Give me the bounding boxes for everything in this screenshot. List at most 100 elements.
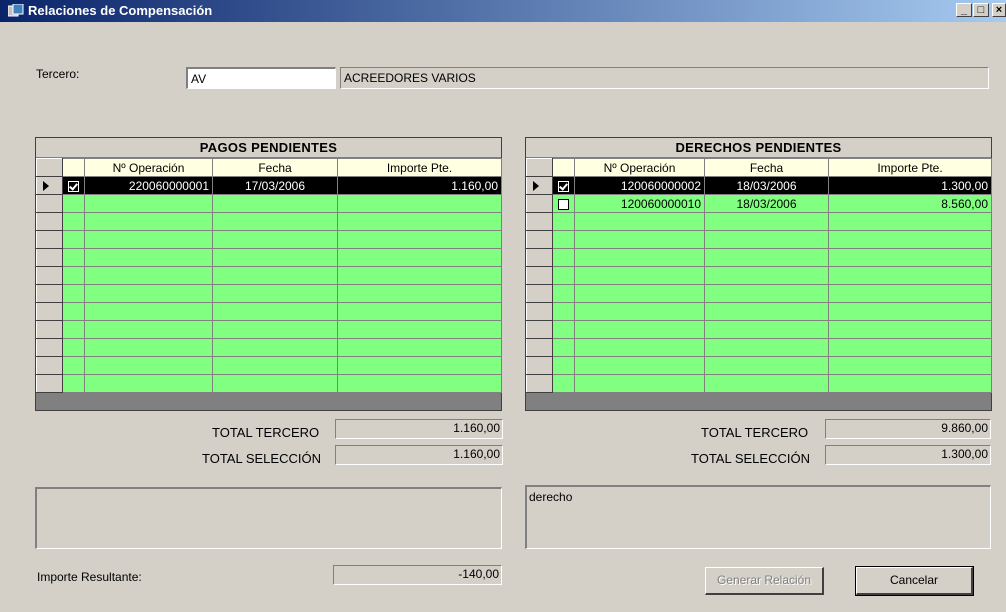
select-cell[interactable] bbox=[552, 248, 575, 267]
cell-fecha[interactable] bbox=[212, 248, 338, 267]
select-cell[interactable] bbox=[62, 248, 85, 267]
pagos-table[interactable]: Nº Operación Fecha Importe Pte. 22006000… bbox=[36, 158, 502, 393]
cell-operacion[interactable] bbox=[84, 320, 213, 339]
column-header-fecha[interactable]: Fecha bbox=[704, 158, 829, 177]
table-row[interactable]: 120060000002 18/03/2006 1.300,00 bbox=[526, 176, 992, 195]
cell-fecha[interactable] bbox=[212, 284, 338, 303]
select-cell[interactable] bbox=[552, 230, 575, 249]
cell-operacion[interactable]: 120060000002 bbox=[574, 176, 705, 195]
cell-importe[interactable] bbox=[828, 248, 992, 267]
row-indicator[interactable] bbox=[526, 230, 553, 249]
row-checkbox[interactable] bbox=[558, 180, 569, 192]
cell-fecha[interactable] bbox=[212, 266, 338, 285]
select-cell[interactable] bbox=[62, 194, 85, 213]
select-cell[interactable] bbox=[552, 374, 575, 393]
cell-operacion[interactable] bbox=[84, 212, 213, 231]
row-checkbox[interactable] bbox=[558, 198, 569, 210]
select-cell[interactable] bbox=[552, 320, 575, 339]
cell-importe[interactable] bbox=[337, 230, 502, 249]
table-row[interactable] bbox=[526, 248, 992, 267]
row-indicator[interactable] bbox=[526, 302, 553, 321]
select-cell[interactable] bbox=[62, 266, 85, 285]
cell-fecha[interactable] bbox=[704, 230, 829, 249]
pagos-grid[interactable]: PAGOS PENDIENTES Nº Operación Fecha Impo… bbox=[35, 137, 502, 411]
cell-fecha[interactable] bbox=[212, 302, 338, 321]
cell-importe[interactable] bbox=[828, 356, 992, 375]
row-indicator[interactable] bbox=[526, 338, 553, 357]
cell-fecha[interactable] bbox=[212, 212, 338, 231]
tercero-code-input[interactable]: AV bbox=[186, 67, 336, 89]
cell-fecha[interactable] bbox=[704, 374, 829, 393]
row-indicator[interactable] bbox=[526, 266, 553, 285]
select-cell[interactable] bbox=[62, 284, 85, 303]
cell-operacion[interactable] bbox=[574, 356, 705, 375]
cell-importe[interactable] bbox=[337, 284, 502, 303]
cell-fecha[interactable]: 18/03/2006 bbox=[704, 194, 829, 213]
cell-operacion[interactable]: 120060000010 bbox=[574, 194, 705, 213]
cell-fecha[interactable] bbox=[704, 356, 829, 375]
cell-operacion[interactable] bbox=[574, 374, 705, 393]
table-row[interactable] bbox=[36, 374, 502, 393]
row-indicator[interactable] bbox=[36, 176, 63, 195]
column-header-importe[interactable]: Importe Pte. bbox=[828, 158, 992, 177]
cell-importe[interactable] bbox=[828, 302, 992, 321]
row-indicator[interactable] bbox=[36, 230, 63, 249]
row-indicator[interactable] bbox=[526, 356, 553, 375]
row-indicator[interactable] bbox=[526, 374, 553, 393]
table-row[interactable] bbox=[36, 248, 502, 267]
cell-fecha[interactable] bbox=[212, 374, 338, 393]
table-row[interactable] bbox=[526, 284, 992, 303]
maximize-button[interactable]: □ bbox=[973, 3, 989, 17]
row-indicator[interactable] bbox=[36, 356, 63, 375]
cell-importe[interactable] bbox=[828, 266, 992, 285]
select-cell[interactable] bbox=[552, 302, 575, 321]
row-indicator[interactable] bbox=[36, 320, 63, 339]
minimize-button[interactable]: _ bbox=[956, 3, 972, 17]
cell-fecha[interactable] bbox=[704, 266, 829, 285]
row-indicator[interactable] bbox=[36, 284, 63, 303]
cell-importe[interactable] bbox=[337, 266, 502, 285]
cell-importe[interactable] bbox=[337, 212, 502, 231]
table-row[interactable] bbox=[526, 374, 992, 393]
select-cell[interactable] bbox=[552, 266, 575, 285]
cell-importe[interactable] bbox=[828, 338, 992, 357]
table-row[interactable] bbox=[526, 230, 992, 249]
row-indicator[interactable] bbox=[36, 212, 63, 231]
cell-operacion[interactable] bbox=[84, 284, 213, 303]
cell-operacion[interactable] bbox=[84, 230, 213, 249]
row-indicator[interactable] bbox=[36, 266, 63, 285]
table-row[interactable] bbox=[526, 212, 992, 231]
cell-operacion[interactable]: 220060000001 bbox=[84, 176, 213, 195]
derechos-grid[interactable]: DERECHOS PENDIENTES Nº Operación Fecha I… bbox=[525, 137, 992, 411]
cell-importe[interactable] bbox=[337, 356, 502, 375]
close-button[interactable]: × bbox=[992, 3, 1006, 17]
cell-importe[interactable]: 1.300,00 bbox=[828, 176, 992, 195]
table-row[interactable] bbox=[36, 230, 502, 249]
cell-importe[interactable] bbox=[828, 212, 992, 231]
cell-importe[interactable] bbox=[337, 194, 502, 213]
select-cell[interactable] bbox=[62, 338, 85, 357]
generar-relacion-button[interactable]: Generar Relación bbox=[705, 567, 824, 595]
table-row[interactable] bbox=[526, 356, 992, 375]
row-indicator[interactable] bbox=[36, 248, 63, 267]
cell-operacion[interactable] bbox=[574, 230, 705, 249]
row-indicator[interactable] bbox=[526, 212, 553, 231]
row-indicator[interactable] bbox=[526, 248, 553, 267]
select-cell[interactable] bbox=[552, 194, 575, 213]
cell-operacion[interactable] bbox=[84, 248, 213, 267]
cell-fecha[interactable] bbox=[212, 338, 338, 357]
cell-importe[interactable] bbox=[337, 374, 502, 393]
cell-fecha[interactable] bbox=[212, 230, 338, 249]
row-indicator[interactable] bbox=[526, 320, 553, 339]
cell-operacion[interactable] bbox=[84, 338, 213, 357]
table-row[interactable] bbox=[526, 302, 992, 321]
row-indicator[interactable] bbox=[526, 194, 553, 213]
select-cell[interactable] bbox=[62, 176, 85, 195]
table-row[interactable] bbox=[36, 356, 502, 375]
select-cell[interactable] bbox=[62, 356, 85, 375]
derechos-table[interactable]: Nº Operación Fecha Importe Pte. 12006000… bbox=[526, 158, 992, 393]
select-cell[interactable] bbox=[62, 302, 85, 321]
cell-operacion[interactable] bbox=[574, 248, 705, 267]
select-cell[interactable] bbox=[62, 212, 85, 231]
cell-fecha[interactable] bbox=[704, 284, 829, 303]
